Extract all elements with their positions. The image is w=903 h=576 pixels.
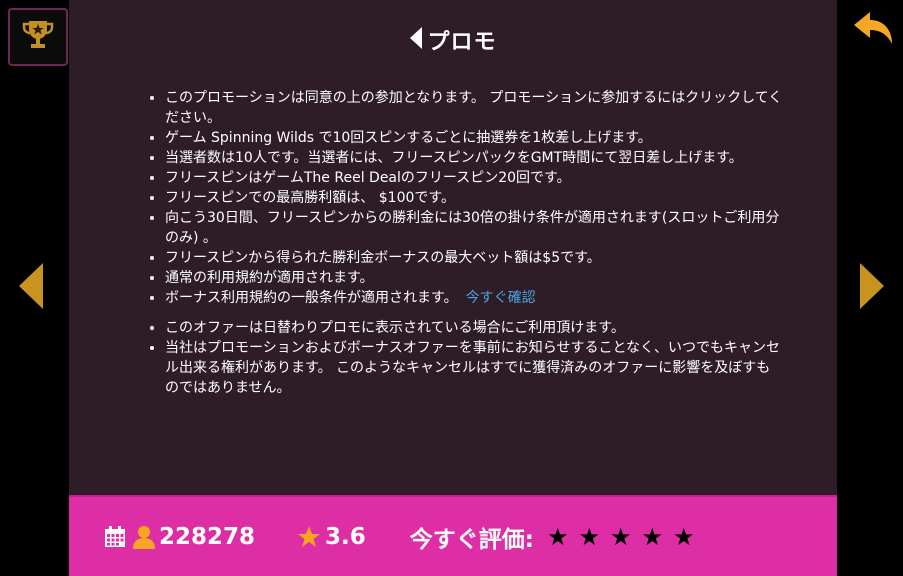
- terms-item: 当選者数は10人です。当選者には、フリースピンパックをGMT時間にて翌日差し上げ…: [165, 148, 783, 168]
- check-now-link[interactable]: 今すぐ確認: [466, 290, 536, 306]
- terms-item: このプロモーションは同意の上の参加となります。 プロモーションに参加するにはクリ…: [165, 88, 783, 128]
- terms-item: 当社はプロモーションおよびボーナスオファーを事前にお知らせすることなく、いつでも…: [165, 338, 783, 398]
- chevron-left-icon: [17, 261, 45, 315]
- terms-item: フリースピンでの最高勝利額は、 $100です。: [165, 188, 783, 208]
- back-triangle-icon: [409, 26, 423, 54]
- players-count: 228278: [159, 523, 256, 550]
- terms-item: このオファーは日替わりプロモに表示されている場合にご利用頂けます。: [165, 318, 783, 338]
- terms-item: 向こう30日間、フリースピンからの勝利金には30倍の掛け条件が適用されます(スロ…: [165, 208, 783, 248]
- previous-button[interactable]: [14, 262, 48, 314]
- rate-star-5[interactable]: ★: [673, 525, 695, 549]
- panel-header: プロモ: [69, 22, 837, 58]
- rating-value: 3.6: [325, 523, 366, 550]
- terms-group-1: このプロモーションは同意の上の参加となります。 プロモーションに参加するにはクリ…: [143, 88, 783, 308]
- rating-stat: 3.6: [297, 524, 366, 550]
- trophy-icon: [20, 17, 56, 57]
- promo-screen: プロモ このプロモーションは同意の上の参加となります。 プロモーションに参加する…: [0, 0, 903, 576]
- terms-item: ゲーム Spinning Wilds で10回スピンするごとに抽選券を1枚差し上…: [165, 128, 783, 148]
- next-button[interactable]: [855, 262, 889, 314]
- promo-footer: 228278 3.6 今すぐ評価: ★ ★ ★ ★ ★: [69, 495, 837, 576]
- user-icon: [133, 525, 155, 549]
- chevron-right-icon: [858, 261, 886, 315]
- rate-now-label: 今すぐ評価:: [409, 526, 534, 553]
- calendar-icon: [103, 525, 127, 549]
- rate-star-4[interactable]: ★: [642, 525, 664, 549]
- terms-item: フリースピンから得られた勝利金ボーナスの最大ベット額は$5です。: [165, 248, 783, 268]
- return-button[interactable]: [851, 10, 897, 52]
- trophy-button[interactable]: [8, 8, 68, 66]
- terms-item: 通常の利用規約が適用されます。: [165, 268, 783, 288]
- terms-item: フリースピンはゲームThe Reel Dealのフリースピン20回です。: [165, 168, 783, 188]
- promo-panel: プロモ このプロモーションは同意の上の参加となります。 プロモーションに参加する…: [69, 0, 837, 576]
- rate-star-3[interactable]: ★: [610, 525, 632, 549]
- back-button[interactable]: [409, 26, 423, 54]
- rate-star-2[interactable]: ★: [579, 525, 601, 549]
- terms-list: このプロモーションは同意の上の参加となります。 プロモーションに参加するにはクリ…: [143, 88, 783, 398]
- terms-item-bonus: ボーナス利用規約の一般条件が適用されます。今すぐ確認: [165, 288, 783, 308]
- terms-group-2: このオファーは日替わりプロモに表示されている場合にご利用頂けます。 当社はプロモ…: [143, 318, 783, 398]
- page-title: プロモ: [427, 30, 497, 55]
- players-stat: 228278: [103, 524, 255, 550]
- bonus-terms-text: ボーナス利用規約の一般条件が適用されます。: [165, 290, 458, 306]
- star-icon: [297, 525, 321, 549]
- rate-now: 今すぐ評価: ★ ★ ★ ★ ★: [410, 520, 700, 554]
- return-arrow-icon: [852, 10, 896, 52]
- rate-star-1[interactable]: ★: [547, 525, 569, 549]
